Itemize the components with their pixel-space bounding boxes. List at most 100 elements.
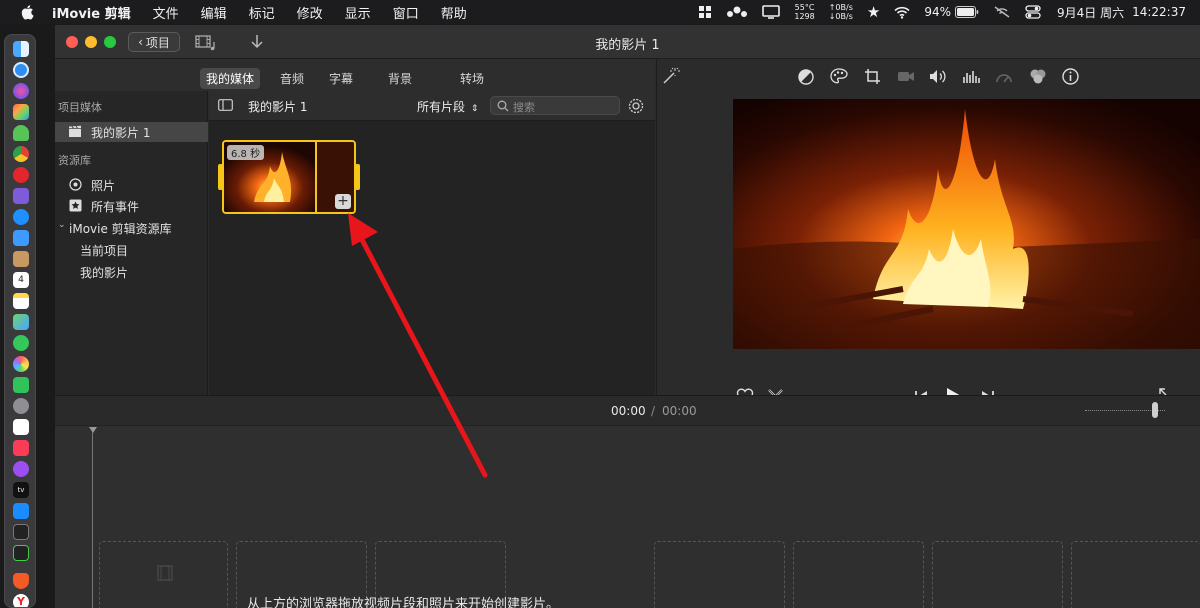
color-balance-icon[interactable] bbox=[798, 69, 814, 85]
dock-settings-icon[interactable] bbox=[13, 398, 29, 414]
dock-calendar-icon[interactable]: 4 bbox=[13, 272, 29, 288]
sidebar-item-project[interactable]: 我的影片 1 bbox=[55, 122, 208, 142]
playhead-marker[interactable] bbox=[89, 427, 97, 433]
info-icon[interactable] bbox=[1062, 68, 1079, 85]
clip-trim-handle-right[interactable] bbox=[355, 164, 360, 190]
tab-my-media[interactable]: 我的媒体 bbox=[200, 68, 261, 89]
dock-keyboard-icon[interactable] bbox=[13, 419, 29, 435]
browser-header: 我的影片 1 所有片段 ⇕ 搜索 bbox=[209, 91, 655, 121]
playhead-line bbox=[92, 432, 93, 608]
menu-file[interactable]: 文件 bbox=[153, 3, 179, 22]
sidebar-toggle-icon[interactable] bbox=[218, 99, 233, 111]
battery-icon[interactable] bbox=[955, 6, 979, 18]
dock-music-icon[interactable] bbox=[13, 440, 29, 456]
volume-icon[interactable] bbox=[929, 69, 947, 84]
menu-modify[interactable]: 修改 bbox=[297, 3, 323, 22]
dock-messages-icon[interactable] bbox=[13, 335, 29, 351]
dock-mail-icon[interactable] bbox=[13, 230, 29, 246]
dock-chrome-icon[interactable] bbox=[13, 146, 29, 162]
menu-edit[interactable]: 编辑 bbox=[201, 3, 227, 22]
mute-icon[interactable] bbox=[993, 5, 1011, 19]
library-sidebar: 项目媒体 我的影片 1 资源库 照片 所有事件 ⌄ iMovie 剪辑资源库 当… bbox=[55, 91, 208, 395]
imovie-window: ‹ 项目 我的影片 1 我的媒体 音频 字幕 背景 转场 项目媒体 我的影片 1 bbox=[55, 25, 1200, 608]
dock-finder-icon[interactable] bbox=[13, 41, 29, 57]
menu-view[interactable]: 显示 bbox=[345, 3, 371, 22]
dock-maps-icon[interactable] bbox=[13, 314, 29, 330]
search-placeholder: 搜索 bbox=[513, 101, 535, 114]
title-bar: ‹ 项目 我的影片 1 bbox=[55, 25, 1200, 59]
dock-activity-icon[interactable] bbox=[13, 545, 29, 561]
magic-wand-icon[interactable] bbox=[661, 67, 681, 85]
browser-title: 我的影片 1 bbox=[248, 100, 308, 114]
wifi-icon[interactable] bbox=[894, 6, 910, 19]
dock-safari-icon[interactable] bbox=[13, 62, 29, 78]
sidebar-item-photos[interactable]: 照片 bbox=[91, 177, 115, 194]
timeline-pane: 00:00 / 00:00 从上方的浏览器拖放视频片段和照片来开始创建影片。 bbox=[55, 395, 1200, 608]
dock-tv-icon[interactable]: tv bbox=[13, 482, 29, 498]
library-header: 资源库 bbox=[58, 154, 91, 167]
network-readout[interactable]: ↑0B/s ↓0B/s bbox=[829, 3, 853, 21]
clip-trim-handle-left[interactable] bbox=[218, 164, 223, 190]
sidebar-item-my-movies[interactable]: 我的影片 bbox=[80, 264, 128, 281]
menu-window[interactable]: 窗口 bbox=[393, 3, 419, 22]
display-icon[interactable] bbox=[762, 5, 781, 19]
timeline-header: 00:00 / 00:00 bbox=[55, 396, 1200, 426]
clip-filter-label: 所有片段 bbox=[417, 100, 466, 114]
net-up: ↑0B/s bbox=[828, 3, 853, 12]
net-down: ↓0B/s bbox=[828, 12, 853, 21]
control-center-icon[interactable] bbox=[1025, 5, 1041, 19]
clip-thumbnail[interactable]: 6.8 秒 + bbox=[222, 140, 356, 214]
temp-fan-readout[interactable]: 55°C 1298 bbox=[794, 3, 814, 21]
dock-podcasts-icon[interactable] bbox=[13, 461, 29, 477]
video-preview[interactable] bbox=[733, 99, 1200, 349]
menu-mark[interactable]: 标记 bbox=[249, 3, 275, 22]
video-camera-icon[interactable] bbox=[897, 70, 915, 83]
dock-appstore-icon[interactable] bbox=[13, 209, 29, 225]
timecode-current: 00:00 bbox=[611, 404, 646, 418]
gear-icon[interactable] bbox=[627, 97, 645, 115]
clip-filter-select[interactable]: 所有片段 ⇕ bbox=[417, 98, 478, 115]
dock-terminal-icon[interactable] bbox=[13, 524, 29, 540]
dock-brave-icon[interactable] bbox=[13, 573, 29, 589]
add-clip-button[interactable]: + bbox=[335, 194, 351, 209]
grid-app-icon[interactable] bbox=[698, 5, 712, 19]
dock-contacts-icon[interactable] bbox=[13, 251, 29, 267]
dock-app-purple-icon[interactable] bbox=[13, 188, 29, 204]
dock-siri-icon[interactable] bbox=[13, 83, 29, 99]
tab-audio[interactable]: 音频 bbox=[274, 68, 310, 89]
cpu-temp: 55°C bbox=[794, 3, 815, 12]
dock-notes-icon[interactable] bbox=[13, 293, 29, 309]
timeline-placeholder-slot bbox=[99, 541, 228, 608]
sidebar-item-library[interactable]: iMovie 剪辑资源库 bbox=[69, 220, 172, 237]
sidebar-item-current-project[interactable]: 当前项目 bbox=[80, 242, 128, 259]
menu-time[interactable]: 14:22:37 bbox=[1132, 5, 1186, 19]
menu-date[interactable]: 9月4日 周六 bbox=[1057, 4, 1124, 21]
disclosure-chevron-icon[interactable]: ⌄ bbox=[58, 220, 66, 230]
speed-gauge-icon[interactable] bbox=[995, 69, 1013, 85]
zoom-slider-knob[interactable] bbox=[1152, 402, 1158, 418]
dock: 4 tv Y bbox=[4, 34, 36, 608]
tab-transitions[interactable]: 转场 bbox=[454, 68, 490, 89]
apple-icon[interactable] bbox=[20, 4, 34, 20]
tab-titles[interactable]: 字幕 bbox=[323, 68, 359, 89]
dock-launchpad-icon[interactable] bbox=[13, 104, 29, 120]
equalizer-icon[interactable] bbox=[962, 69, 980, 84]
overlay-filters-icon[interactable] bbox=[1029, 68, 1047, 85]
dock-android-icon[interactable] bbox=[13, 125, 29, 141]
palette-icon[interactable] bbox=[830, 68, 848, 85]
search-field[interactable]: 搜索 bbox=[490, 96, 620, 115]
dock-yandex-icon[interactable]: Y bbox=[13, 594, 29, 607]
dock-netease-icon[interactable] bbox=[13, 167, 29, 183]
dock-facetime-icon[interactable] bbox=[13, 377, 29, 393]
sidebar-item-all-events[interactable]: 所有事件 bbox=[91, 198, 139, 215]
crop-icon[interactable] bbox=[864, 68, 881, 85]
dock-photos-icon[interactable] bbox=[13, 356, 29, 372]
menu-help[interactable]: 帮助 bbox=[441, 3, 467, 22]
dots-app-icon[interactable] bbox=[726, 5, 748, 19]
clip-duration-badge: 6.8 秒 bbox=[227, 145, 265, 160]
dock-appstore2-icon[interactable] bbox=[13, 503, 29, 519]
star-icon[interactable]: ★ bbox=[867, 3, 880, 21]
clip-divider bbox=[315, 142, 317, 212]
menu-app-name[interactable]: iMovie 剪辑 bbox=[52, 3, 131, 22]
tab-backgrounds[interactable]: 背景 bbox=[382, 68, 418, 89]
